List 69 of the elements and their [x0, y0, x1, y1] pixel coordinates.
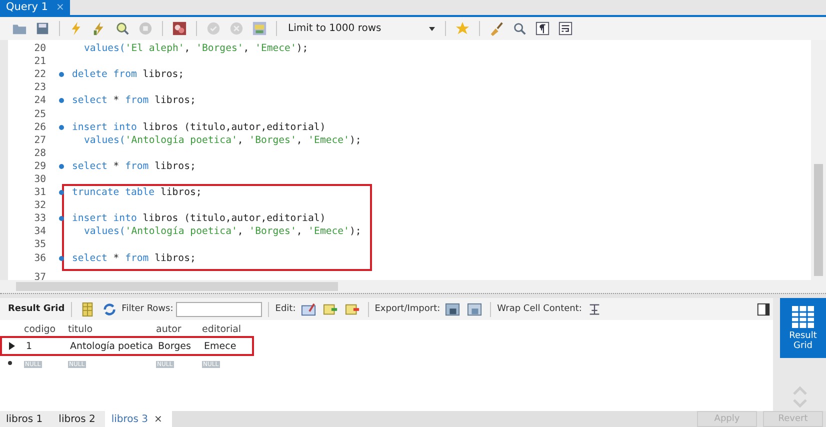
caret-icon: [428, 24, 436, 32]
delete-row-icon[interactable]: [344, 302, 360, 316]
code-line: delete from libros;: [72, 69, 184, 80]
code-line: values('El aleph', 'Borges', 'Emece');: [83, 43, 308, 54]
line-number: 36: [33, 252, 46, 264]
grid-icon[interactable]: [80, 302, 95, 316]
line-number: 35: [33, 239, 46, 250]
grid-icon: [791, 304, 815, 329]
table-cell-text: Borges: [158, 340, 192, 352]
line-number: 28: [33, 148, 46, 159]
row-pointer-icon: [9, 342, 15, 350]
code-line: select * from libros;: [72, 252, 196, 264]
result-grid-button[interactable]: Result Grid: [780, 298, 826, 358]
line-number: 26: [33, 122, 46, 133]
column-header[interactable]: codigo: [20, 324, 68, 334]
pilcrow-icon[interactable]: [535, 21, 550, 36]
edit-label: Edit:: [275, 304, 296, 314]
edit-row-icon[interactable]: [300, 302, 316, 316]
line-number: 29: [33, 160, 46, 172]
limit-dropdown[interactable]: Limit to 1000 rows: [284, 23, 438, 34]
wrap-icon[interactable]: [558, 21, 573, 36]
insert-row-icon[interactable]: [322, 302, 338, 316]
line-number: 25: [33, 108, 46, 120]
line-number: 31: [33, 187, 46, 198]
code-line: values('Antología poetica', 'Borges', 'Emece');: [83, 134, 362, 146]
table-cell-text: 1: [25, 340, 34, 352]
line-number: 22: [33, 69, 46, 80]
filter-field[interactable]: [176, 302, 262, 316]
panel-toggle-icon[interactable]: [756, 302, 771, 316]
close-icon[interactable]: ×: [154, 414, 162, 424]
new-row-icon: [7, 360, 13, 366]
code-line: select * from libros;: [72, 95, 196, 106]
line-number: 20: [33, 43, 46, 54]
code-line: values('Antología poetica', 'Borges', 'Emece');: [83, 226, 362, 238]
column-header[interactable]: autor: [156, 324, 202, 334]
export-icon[interactable]: [445, 302, 460, 316]
wrap-cell-label: Wrap Cell Content:: [497, 304, 582, 314]
line-number: 34: [33, 226, 46, 238]
star-icon[interactable]: [455, 21, 470, 36]
import-icon[interactable]: [467, 302, 482, 316]
line-number: 27: [33, 134, 46, 146]
code-line: truncate table libros;: [72, 187, 202, 198]
column-header[interactable]: editorial: [202, 324, 252, 334]
code-line: insert into libros (titulo,autor,editorial): [72, 122, 326, 133]
filter-label: Filter Rows:: [122, 304, 174, 314]
query-tab[interactable]: Query 1 ×: [0, 0, 70, 15]
line-number: 37: [33, 272, 46, 283]
result-tab[interactable]: libros 2: [52, 411, 106, 427]
magnifier-icon[interactable]: [115, 21, 130, 36]
code-line: insert into libros (titulo,autor,editorial): [72, 213, 326, 224]
table-cell-text: Antología poetica: [70, 340, 154, 352]
result-tab[interactable]: libros 1: [0, 411, 53, 427]
line-number: 33: [33, 213, 46, 224]
check-icon[interactable]: [206, 21, 221, 36]
search-icon[interactable]: [512, 21, 527, 36]
line-number: 32: [33, 200, 46, 212]
line-number: 24: [33, 95, 46, 106]
result-grid-label: Result Grid: [8, 304, 65, 314]
refresh-icon[interactable]: [102, 302, 117, 316]
line-number: 21: [33, 56, 46, 68]
code-line: select * from libros;: [72, 160, 196, 172]
column-header[interactable]: titulo: [68, 324, 156, 334]
export-import-label: Export/Import:: [374, 304, 440, 314]
line-number: 23: [33, 82, 46, 94]
broom-icon[interactable]: [489, 21, 504, 36]
save-icon[interactable]: [35, 21, 50, 36]
table-cell-text: Emece: [204, 340, 238, 352]
result-tab[interactable]: libros 3 ×: [105, 411, 172, 427]
line-number: 30: [33, 174, 46, 185]
